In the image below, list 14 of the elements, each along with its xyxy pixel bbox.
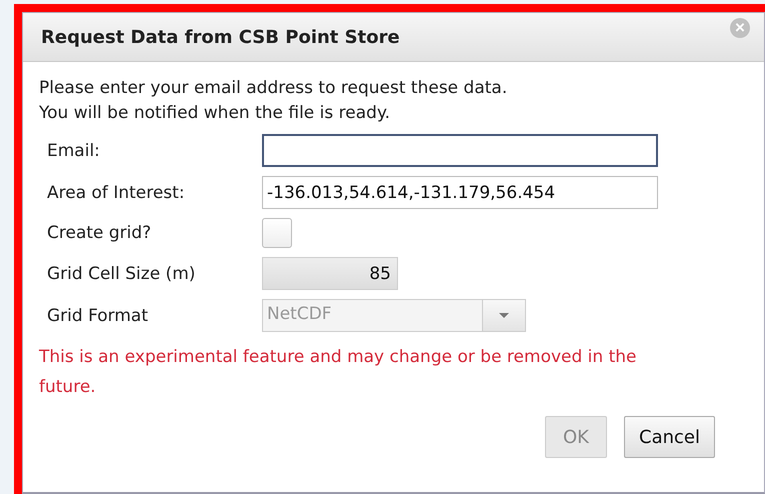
warning-text: This is an experimental feature and may change or be removed in the future. xyxy=(39,346,638,399)
instruction-text: Please enter your email address to request these data. xyxy=(39,77,508,100)
field-label: Create grid? xyxy=(47,223,152,243)
text-field[interactable]: -136.013,54.614,-131.179,56.454 xyxy=(262,176,658,209)
dialog-title: Request Data from CSB Point Store xyxy=(41,26,400,48)
text-field[interactable] xyxy=(262,134,658,167)
field-label: Grid Format xyxy=(47,306,149,326)
checkbox[interactable] xyxy=(262,218,292,248)
field-label: Area of Interest: xyxy=(47,182,186,202)
cancel-button[interactable]: Cancel xyxy=(624,416,715,458)
instruction-text: You will be notified when the file is ready. xyxy=(39,102,391,125)
dropdown-caret-icon xyxy=(498,312,510,319)
field-label: Email: xyxy=(47,140,101,160)
field-label: Grid Cell Size (m) xyxy=(47,264,196,284)
